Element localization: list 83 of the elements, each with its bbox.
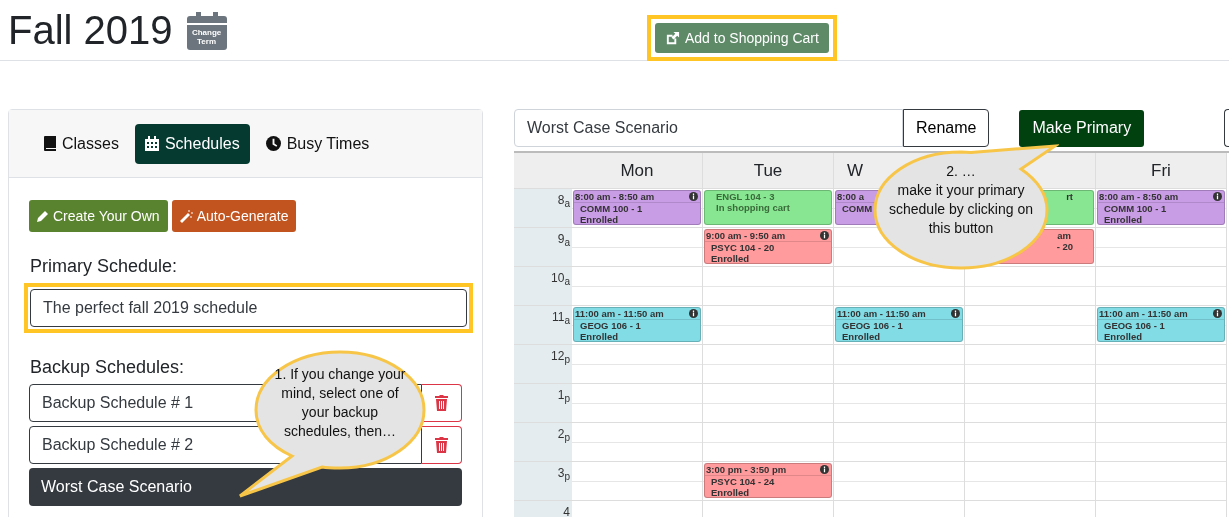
backup-schedule-item[interactable]: Worst Case Scenario bbox=[29, 468, 462, 506]
event-course: COMM 100 - 1 bbox=[1104, 203, 1167, 214]
class-event[interactable]: 11:00 am - 11:50 am GEOG 106 - 1 Enrolled bbox=[1097, 307, 1225, 342]
class-event[interactable]: 8:00 am - 8:50 am COMM 100 - 1 Enrolled bbox=[1097, 190, 1225, 225]
primary-schedule-label: Primary Schedule: bbox=[30, 256, 178, 276]
event-course: GEOG 106 - 1 bbox=[580, 320, 641, 331]
hour-label: 8$_{a}$ bbox=[514, 188, 572, 227]
event-status: Enrolled bbox=[580, 331, 618, 342]
event-course: - 20 bbox=[1056, 241, 1073, 252]
schedule-name-field[interactable]: Worst Case Scenario bbox=[514, 109, 903, 147]
event-time: 8:00 am - 8:50 am bbox=[575, 191, 655, 202]
event-course: COMM 100 - 1 bbox=[580, 203, 643, 214]
rename-button[interactable]: Rename bbox=[903, 109, 990, 147]
event-status: rt bbox=[1066, 191, 1073, 202]
day-header: Mon bbox=[572, 153, 703, 188]
event-status: Enrolled bbox=[580, 214, 618, 225]
info-icon bbox=[951, 309, 960, 318]
event-time: 8:00 a bbox=[837, 191, 864, 202]
info-icon bbox=[820, 231, 829, 240]
day-header: Fri bbox=[1096, 153, 1227, 188]
event-status: Enrolled bbox=[711, 487, 749, 498]
hour-label: 9$_{a}$ bbox=[514, 227, 572, 266]
primary-schedule-field[interactable]: The perfect fall 2019 schedule bbox=[30, 289, 467, 327]
event-time: 8:00 am - 8:50 am bbox=[1099, 191, 1179, 202]
hour-label: 10$_{a}$ bbox=[514, 266, 572, 305]
event-time: 3:00 pm - 3:50 pm bbox=[706, 464, 787, 475]
event-time: am bbox=[1057, 230, 1071, 241]
hour-label: 1$_{p}$ bbox=[514, 383, 572, 422]
trash-icon bbox=[435, 437, 448, 453]
delete-button[interactable] bbox=[422, 426, 462, 464]
make-primary-button[interactable]: Make Primary bbox=[1019, 109, 1145, 147]
event-status: Enrolled bbox=[711, 253, 749, 264]
class-event[interactable]: ENGL 104 - 3 In shopping cart bbox=[704, 190, 832, 225]
info-icon bbox=[689, 309, 698, 318]
info-icon bbox=[689, 192, 698, 201]
info-icon bbox=[1213, 192, 1222, 201]
trash-icon bbox=[435, 395, 448, 411]
class-event[interactable]: 11:00 am - 11:50 am GEOG 106 - 1 Enrolled bbox=[573, 307, 701, 342]
event-status: In shopping cart bbox=[716, 202, 790, 213]
event-status: Enrolled bbox=[1104, 331, 1142, 342]
term-title: Fall 2019 bbox=[8, 10, 173, 50]
event-time: 9:00 am - 9:50 am bbox=[706, 230, 786, 241]
event-course: PSYC 104 - 24 bbox=[711, 476, 775, 487]
hour-label: 3$_{p}$ bbox=[514, 461, 572, 500]
toolbar-button[interactable] bbox=[1224, 109, 1229, 147]
tab[interactable]: Busy Times bbox=[255, 123, 380, 164]
backup-schedules-label: Backup Schedules: bbox=[30, 357, 185, 377]
hour-label: 4 bbox=[514, 500, 572, 517]
class-event[interactable]: 9:00 am - 9:50 am PSYC 104 - 20 Enrolled bbox=[704, 229, 832, 264]
event-course: GEOG 106 - 1 bbox=[842, 320, 903, 331]
book-icon bbox=[44, 136, 56, 151]
tab[interactable]: Schedules bbox=[134, 123, 250, 164]
calendar-icon bbox=[144, 136, 159, 151]
change-term-button[interactable]: Change Term bbox=[186, 12, 227, 50]
event-time: 11:00 am - 11:50 am bbox=[1099, 308, 1188, 319]
create-your-own-button[interactable]: Create Your Own bbox=[29, 200, 168, 232]
pencil-icon bbox=[37, 210, 49, 222]
clock-icon bbox=[265, 136, 281, 151]
info-icon bbox=[820, 465, 829, 474]
event-time: 11:00 am - 11:50 am bbox=[575, 308, 664, 319]
info-icon bbox=[1213, 309, 1222, 318]
event-course: GEOG 106 - 1 bbox=[1104, 320, 1165, 331]
hour-label: 12$_{p}$ bbox=[514, 344, 572, 383]
day-header: Tue bbox=[703, 153, 834, 188]
event-status: Enrolled bbox=[842, 331, 880, 342]
auto-generate-button[interactable]: Auto-Generate bbox=[171, 200, 297, 232]
class-event[interactable]: 8:00 am - 8:50 am COMM 100 - 1 Enrolled bbox=[573, 190, 701, 225]
calendar-corner bbox=[514, 153, 572, 188]
event-course: COMM bbox=[842, 203, 873, 214]
add-to-cart-button[interactable]: Add to Shopping Cart bbox=[655, 23, 829, 53]
event-status: Enrolled bbox=[1104, 214, 1142, 225]
tab[interactable]: Classes bbox=[34, 123, 129, 164]
magic-wand-icon bbox=[179, 209, 193, 223]
event-course: ENGL 104 - 3 bbox=[716, 191, 775, 202]
hour-label: 11$_{a}$ bbox=[514, 305, 572, 344]
delete-button[interactable] bbox=[422, 384, 462, 422]
calendar-icon bbox=[186, 12, 227, 50]
event-time: 11:00 am - 11:50 am bbox=[837, 308, 926, 319]
external-link-icon bbox=[665, 30, 680, 46]
class-event[interactable]: 11:00 am - 11:50 am GEOG 106 - 1 Enrolled bbox=[835, 307, 963, 342]
hour-label: 2$_{p}$ bbox=[514, 422, 572, 461]
event-course: PSYC 104 - 20 bbox=[711, 242, 775, 253]
class-event[interactable]: 3:00 pm - 3:50 pm PSYC 104 - 24 Enrolled bbox=[704, 463, 832, 498]
